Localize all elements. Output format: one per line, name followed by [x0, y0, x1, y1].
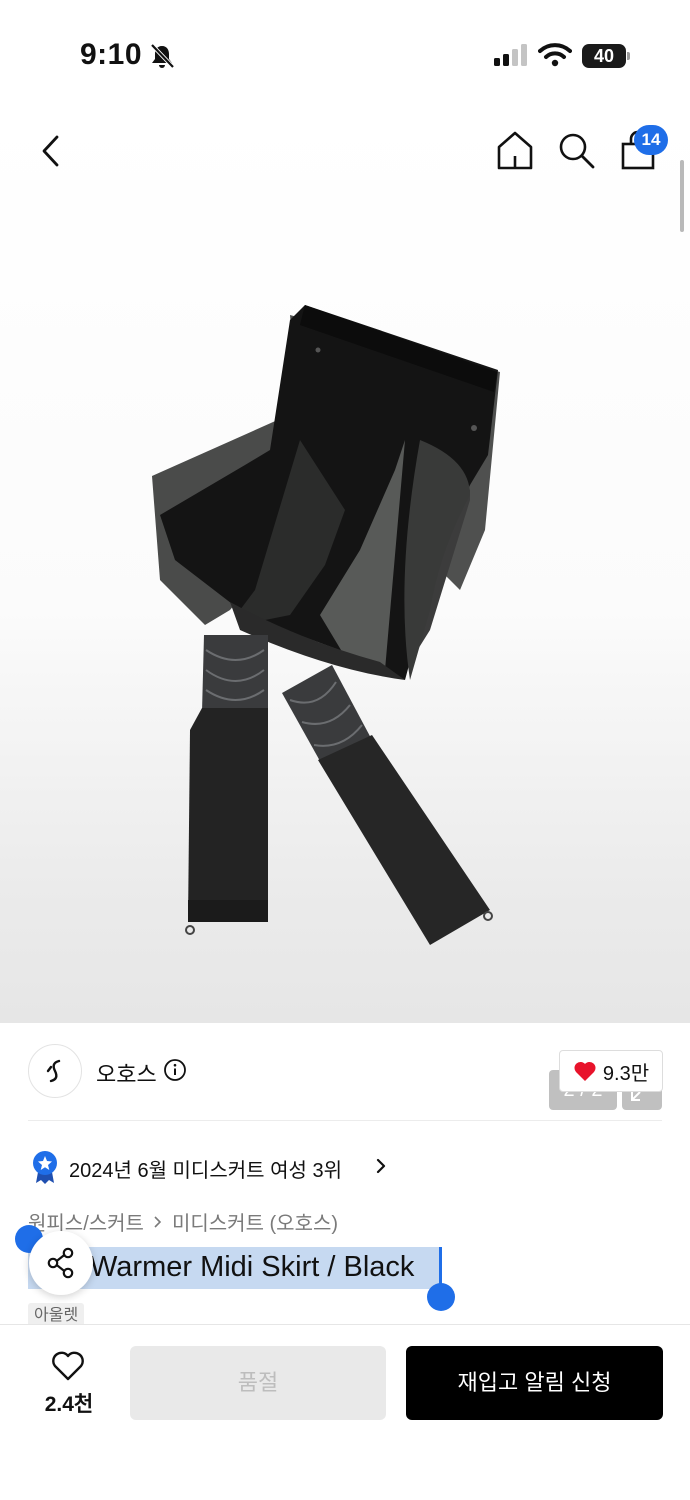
home-icon [497, 131, 533, 170]
selection-handle-end[interactable] [427, 1283, 455, 1311]
battery-icon: 40 [582, 44, 630, 68]
brand-like-button[interactable]: 9.3만 [559, 1050, 663, 1092]
divider [28, 1120, 662, 1121]
status-time: 9:10 [80, 38, 143, 71]
soldout-button[interactable]: 품절 [130, 1346, 386, 1420]
back-button[interactable] [30, 128, 70, 174]
wishlist-count: 2.4천 [44, 1393, 94, 1416]
heart-filled-icon [574, 1061, 596, 1081]
ranking-medal-icon [33, 1151, 57, 1184]
brand-logo-mark [46, 1059, 61, 1083]
share-icon [47, 1247, 74, 1279]
breadcrumb: 원피스/스커트 미디스커트 (오호스) [28, 1207, 338, 1236]
heart-outline-icon[interactable] [50, 1350, 86, 1382]
chevron-right-icon[interactable] [374, 1157, 388, 1175]
cellular-signal-icon [494, 44, 527, 66]
breadcrumb-category[interactable]: 원피스/스커트 [28, 1207, 144, 1236]
chevron-right-icon [154, 1215, 162, 1228]
brand-like-count: 9.3만 [602, 1062, 650, 1085]
product-image-gallery[interactable]: 2 / 2 [0, 110, 690, 1110]
breadcrumb-subcategory[interactable]: 미디스커트 (오호스) [172, 1207, 338, 1236]
bell-off-icon [150, 43, 175, 69]
scrollbar[interactable] [680, 160, 684, 232]
search-button[interactable] [556, 130, 598, 172]
search-icon [559, 133, 595, 169]
brand-name[interactable]: 오호스 [96, 1057, 157, 1089]
status-bar: 9:10 40 [0, 0, 690, 110]
info-icon[interactable] [163, 1058, 187, 1082]
ranking-link[interactable]: 2024년 6월 미디스커트 여성 3위 [69, 1154, 342, 1183]
product-title[interactable]: Warmer Midi Skirt / Black [90, 1251, 414, 1284]
battery-tip [627, 52, 630, 60]
battery-level: 40 [582, 44, 626, 68]
home-button[interactable] [494, 128, 536, 174]
brand-logo[interactable] [28, 1044, 82, 1098]
product-image [152, 305, 500, 945]
share-button[interactable] [29, 1231, 93, 1295]
restock-alert-button[interactable]: 재입고 알림 신청 [406, 1346, 663, 1420]
wifi-icon [538, 43, 572, 67]
cart-count-badge: 14 [634, 125, 668, 155]
chevron-left-icon [42, 135, 59, 167]
